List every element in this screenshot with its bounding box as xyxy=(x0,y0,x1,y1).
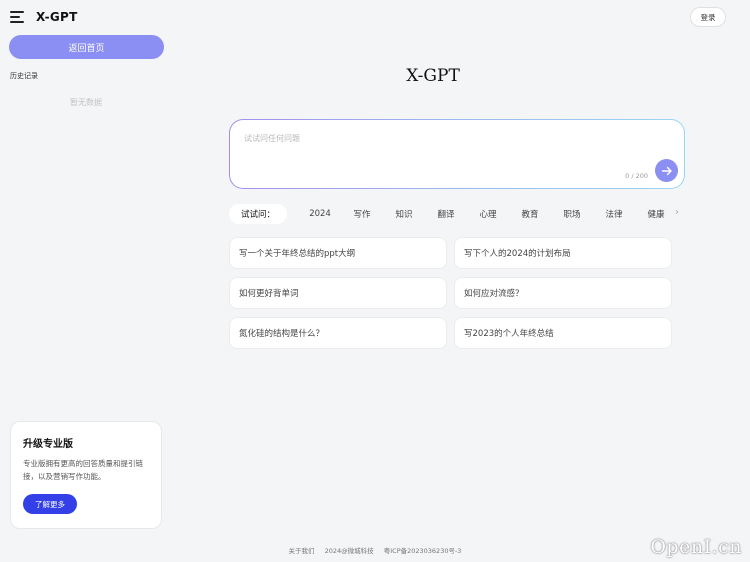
page-title: X-GPT xyxy=(0,66,750,86)
footer-copyright: 2024@微城科技 xyxy=(324,547,374,555)
brand-name: X-GPT xyxy=(36,10,78,24)
footer-about-link[interactable]: 关于我们 xyxy=(289,547,315,555)
tab-education[interactable]: 教育 xyxy=(509,204,551,224)
arrow-right-icon xyxy=(661,166,672,175)
suggestion-card[interactable]: 如何更好背单词 xyxy=(229,277,447,309)
tab-law[interactable]: 法律 xyxy=(593,204,635,224)
tab-2024[interactable]: 2024 xyxy=(299,204,341,224)
category-tabs: 试试问： 2024 写作 知识 翻译 心理 教育 职场 法律 健康 xyxy=(229,204,689,224)
question-input-box: 0 / 200 xyxy=(229,119,685,189)
chevron-right-icon[interactable]: › xyxy=(675,207,679,218)
tab-knowledge[interactable]: 知识 xyxy=(383,204,425,224)
menu-icon[interactable] xyxy=(10,11,24,25)
watermark-logo: OpenI.cn xyxy=(650,536,742,558)
page-title-text: X-GPT xyxy=(406,66,460,86)
learn-more-button[interactable]: 了解更多 xyxy=(23,494,77,514)
tab-try[interactable]: 试试问： xyxy=(229,204,288,224)
tab-health[interactable]: 健康 xyxy=(635,204,677,224)
suggestion-card[interactable]: 写下个人的2024的计划布局 xyxy=(454,237,672,269)
login-button[interactable]: 登录 xyxy=(690,7,726,27)
suggestion-card[interactable]: 如何应对流感？ xyxy=(454,277,672,309)
history-empty-text: 暂无数据 xyxy=(70,98,102,107)
send-button[interactable] xyxy=(655,159,678,182)
footer-icp-link[interactable]: 粤ICP备2023036230号-3 xyxy=(384,547,462,555)
tab-writing[interactable]: 写作 xyxy=(341,204,383,224)
tab-translate[interactable]: 翻译 xyxy=(425,204,467,224)
back-home-button[interactable]: 返回首页 xyxy=(9,35,164,59)
question-input[interactable] xyxy=(244,133,624,163)
pro-upgrade-card: 升级专业版 专业版拥有更高的回答质量和提引链接，以及营销写作功能。 了解更多 xyxy=(10,421,162,529)
pro-title: 升级专业版 xyxy=(23,439,73,450)
suggestion-card[interactable]: 氮化硅的结构是什么？ xyxy=(229,317,447,349)
suggestion-card[interactable]: 写2023的个人年终总结 xyxy=(454,317,672,349)
pro-description: 专业版拥有更高的回答质量和提引链接，以及营销写作功能。 xyxy=(23,459,143,481)
tab-workplace[interactable]: 职场 xyxy=(551,204,593,224)
question-input-inner: 0 / 200 xyxy=(230,120,684,188)
footer: 关于我们 2024@微城科技 粤ICP备2023036230号-3 xyxy=(0,545,750,555)
tab-psychology[interactable]: 心理 xyxy=(467,204,509,224)
suggestion-card[interactable]: 写一个关于年终总结的ppt大纲 xyxy=(229,237,447,269)
char-counter: 0 / 200 xyxy=(625,172,648,180)
